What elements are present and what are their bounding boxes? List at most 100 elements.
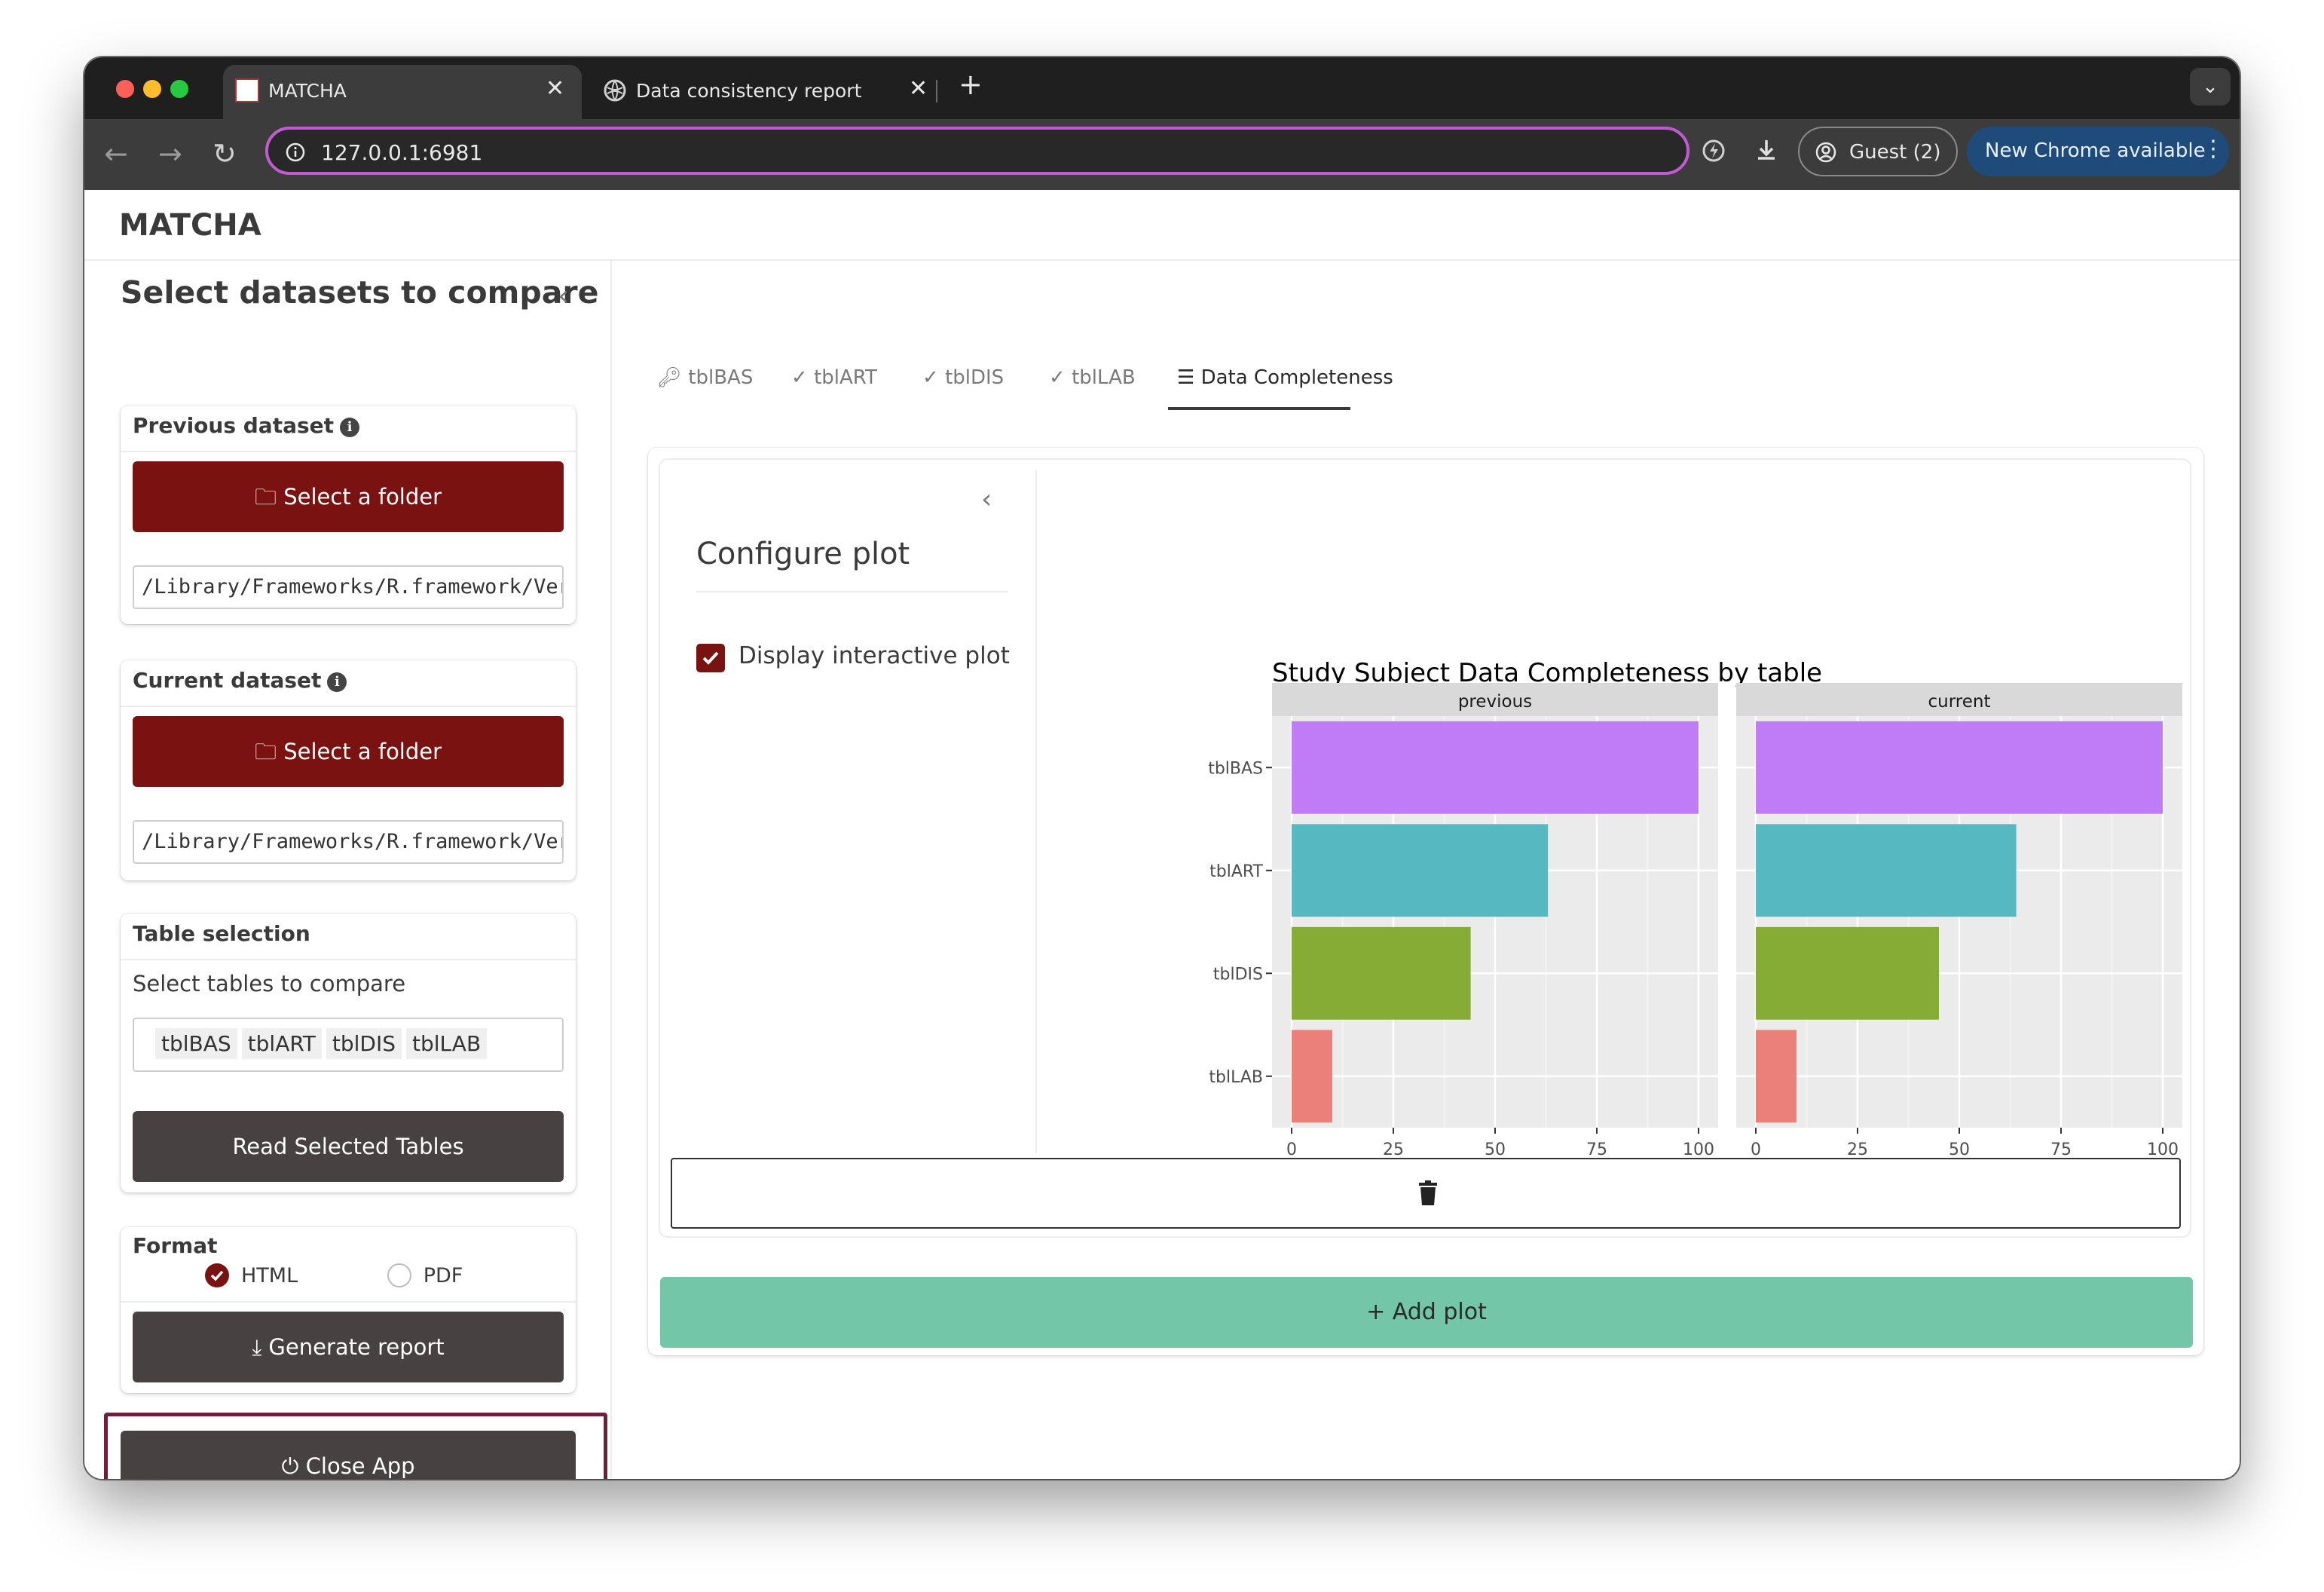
more-menu-icon[interactable]: ⋮ <box>2202 136 2225 162</box>
configure-plot-title: Configure plot <box>696 537 910 571</box>
close-tab-icon[interactable]: ✕ <box>546 75 564 102</box>
back-arrow-icon[interactable]: ← <box>104 136 128 172</box>
browser-tab-matcha[interactable]: MATCHA ✕ <box>223 65 582 119</box>
previous-dataset-header: Previous dataset i <box>133 413 360 438</box>
address-bar[interactable]: 127.0.0.1:6981 <box>265 127 1689 175</box>
key-icon: 🔑︎ <box>657 366 683 389</box>
x-tick-label: 25 <box>1383 1140 1404 1159</box>
trash-icon <box>1419 1180 1437 1205</box>
generate-report-button[interactable]: ⤓ Generate report <box>133 1312 564 1382</box>
table-tag[interactable]: tblLAB <box>406 1028 488 1059</box>
card-divider <box>121 706 576 707</box>
app-page: MATCHA Select datasets to compare ‹ Prev… <box>84 190 2240 1479</box>
table-tag[interactable]: tblART <box>241 1028 322 1059</box>
reload-icon[interactable]: ↻ <box>213 136 237 172</box>
active-tab-underline <box>1168 407 1350 410</box>
navbar-divider <box>84 259 2240 261</box>
site-info-icon[interactable] <box>285 142 306 163</box>
tab-tblart[interactable]: ✓ tblART <box>791 366 877 389</box>
bar <box>1292 1030 1332 1123</box>
profile-label: Guest (2) <box>1849 141 1941 164</box>
table-selection-header: Table selection <box>133 921 310 946</box>
current-dataset-card: Current dataset i 🗀 Select a folder /Libr… <box>121 660 576 880</box>
x-tick-label: 0 <box>1751 1140 1761 1159</box>
forward-arrow-icon[interactable]: → <box>158 136 182 172</box>
previous-select-folder-button[interactable]: 🗀 Select a folder <box>133 461 564 532</box>
facet-label: current <box>1928 692 1991 712</box>
x-tick-label: 25 <box>1847 1140 1868 1159</box>
matcha-favicon-icon <box>235 78 259 103</box>
close-app-button[interactable]: ⏻ Close App <box>121 1431 576 1479</box>
bar <box>1292 824 1549 917</box>
tab-tbllab[interactable]: ✓ tblLAB <box>1049 366 1136 389</box>
sidebar-collapse-icon[interactable]: ‹ <box>558 279 569 312</box>
info-icon[interactable]: i <box>327 672 347 692</box>
browser-window: MATCHA ✕ Data consistency report ✕ + ⌄ ←… <box>84 57 2240 1479</box>
x-tick-label: 50 <box>1949 1140 1970 1159</box>
tab-search-button[interactable]: ⌄ <box>2190 68 2231 106</box>
card-divider <box>121 451 576 452</box>
y-tick-label: tblLAB <box>1209 1068 1263 1087</box>
tab-tblbas[interactable]: 🔑︎ tblBAS <box>657 366 753 389</box>
read-selected-tables-button[interactable]: Read Selected Tables <box>133 1111 564 1182</box>
config-divider <box>1035 470 1037 1153</box>
bar <box>1756 824 2017 917</box>
config-collapse-icon[interactable]: ‹ <box>981 484 992 515</box>
format-option-pdf[interactable]: PDF <box>387 1263 463 1287</box>
interactive-plot-checkbox[interactable] <box>696 644 725 672</box>
x-tick-label: 100 <box>2147 1140 2179 1159</box>
profile-icon <box>1815 142 1836 163</box>
tab-title: Data consistency report <box>636 80 862 102</box>
current-dataset-header: Current dataset i <box>133 668 347 693</box>
profile-button[interactable]: Guest (2) <box>1798 127 1958 176</box>
radio-unchecked-icon[interactable] <box>387 1263 411 1287</box>
check-icon: ✓ <box>922 366 939 389</box>
table-selection-card: Table selection Select tables to compare… <box>121 914 576 1192</box>
table-tag[interactable]: tblBAS <box>155 1028 237 1059</box>
info-icon[interactable]: i <box>340 418 360 437</box>
y-tick-label: tblDIS <box>1213 965 1263 984</box>
browser-tab-report[interactable]: Data consistency report ✕ <box>591 65 956 119</box>
x-tick-label: 0 <box>1286 1140 1297 1159</box>
completeness-chart: Study Subject Data Completeness by table… <box>1208 658 2182 1159</box>
close-tab-icon[interactable]: ✕ <box>909 75 928 102</box>
delete-plot-button[interactable] <box>671 1158 2181 1229</box>
download-icon: ⤓ <box>252 1334 262 1360</box>
format-option-html[interactable]: HTML <box>205 1263 304 1287</box>
check-icon: ✓ <box>1049 366 1066 389</box>
performance-icon[interactable] <box>1699 136 1729 166</box>
previous-path-field[interactable]: /Library/Frameworks/R.framework/Versions <box>133 565 564 609</box>
minimize-window-button[interactable] <box>143 80 161 98</box>
table-select-input[interactable]: tblBAS tblART tblDIS tblLAB <box>133 1018 564 1072</box>
download-icon[interactable] <box>1751 136 1781 166</box>
current-select-folder-button[interactable]: 🗀 Select a folder <box>133 716 564 787</box>
y-tick-label: tblART <box>1209 862 1263 881</box>
tab-title: MATCHA <box>268 80 347 102</box>
x-tick-label: 50 <box>1485 1140 1506 1159</box>
close-window-button[interactable] <box>116 80 134 98</box>
interactive-plot-label: Display interactive plot <box>738 642 1010 669</box>
bar <box>1292 926 1471 1020</box>
zoom-window-button[interactable] <box>170 80 188 98</box>
radio-checked-icon[interactable] <box>205 1263 229 1287</box>
chrome-update-button[interactable]: New Chrome available ⋮ <box>1967 127 2229 176</box>
card-divider <box>121 959 576 960</box>
bar <box>1756 926 1939 1020</box>
sidebar-title: Select datasets to compare <box>121 274 599 311</box>
url-text: 127.0.0.1:6981 <box>321 140 483 165</box>
x-tick-label: 100 <box>1683 1140 1714 1159</box>
tab-separator <box>936 80 937 103</box>
bar <box>1756 721 2163 814</box>
browser-tab-strip: MATCHA ✕ Data consistency report ✕ + ⌄ <box>84 57 2240 119</box>
table-tag[interactable]: tblDIS <box>326 1028 402 1059</box>
current-path-field[interactable]: /Library/Frameworks/R.framework/Versions <box>133 820 564 864</box>
y-tick-label: tblBAS <box>1208 759 1263 778</box>
select-tables-label: Select tables to compare <box>133 971 406 997</box>
tab-tbldis[interactable]: ✓ tblDIS <box>922 366 1004 389</box>
format-card: Format HTML PDF ⤓ Generate report <box>121 1227 576 1393</box>
add-plot-button[interactable]: + Add plot <box>660 1277 2193 1348</box>
sidebar-divider <box>610 261 612 1479</box>
tab-data-completeness[interactable]: ☰ Data Completeness <box>1177 366 1393 389</box>
new-tab-button[interactable]: + <box>959 68 983 101</box>
card-divider <box>121 1301 576 1303</box>
